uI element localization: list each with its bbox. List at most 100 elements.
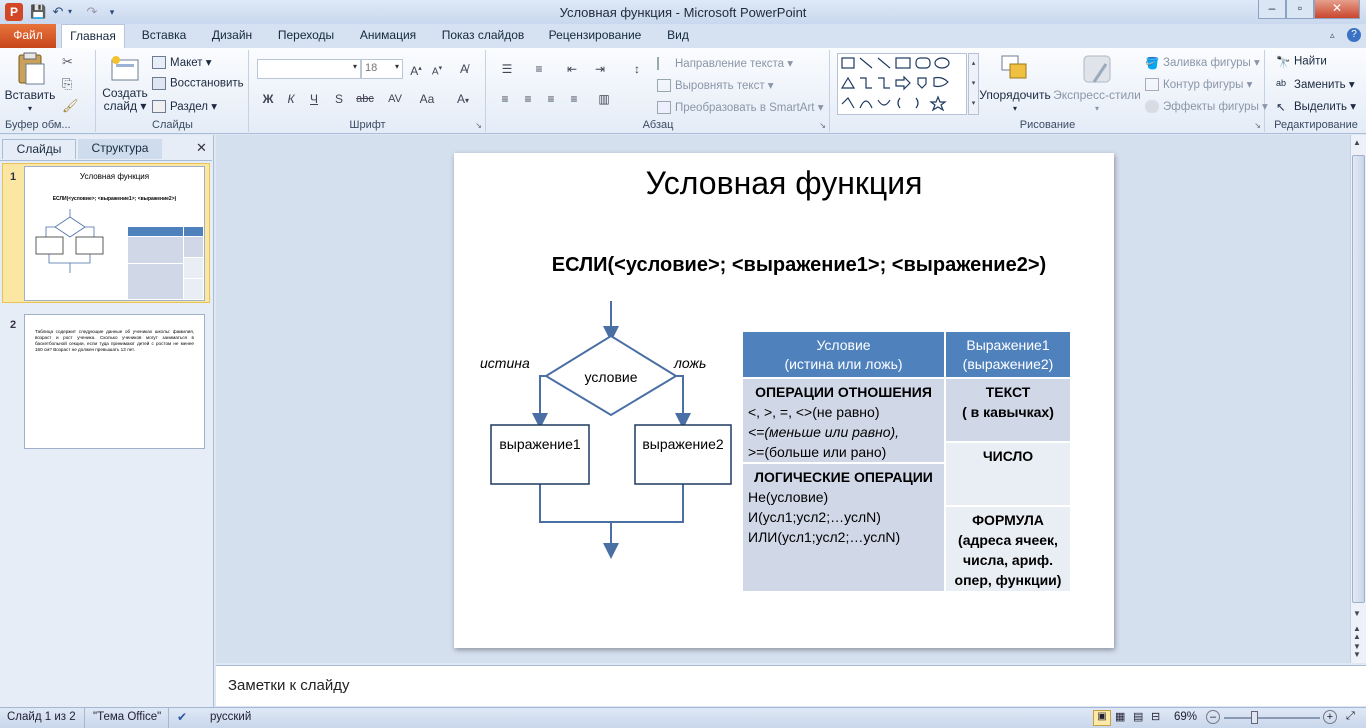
section-button[interactable]: Раздел ▾	[152, 99, 217, 114]
new-slide-button[interactable]: Создать слайд ▾	[101, 54, 149, 113]
slide-thumbnail-1[interactable]: Условная функция ЕСЛИ(<условие>; <выраже…	[24, 166, 205, 301]
tab-outline-pane[interactable]: Структура	[78, 139, 162, 159]
zoom-slider-thumb[interactable]	[1251, 711, 1258, 724]
italic-button[interactable]: К	[282, 90, 300, 108]
close-button[interactable]: ✕	[1314, 0, 1360, 19]
help-icon[interactable]: ?	[1347, 28, 1361, 42]
shapes-gallery-icons	[840, 57, 950, 112]
increase-indent-icon[interactable]: ⇥	[591, 60, 609, 78]
justify-icon[interactable]: ≡	[565, 90, 583, 108]
text-direction-button[interactable]: Направление текста ▾	[657, 56, 793, 71]
flow-arrow-true	[532, 375, 548, 429]
scroll-thumb[interactable]	[1352, 155, 1365, 603]
shape-fill-button[interactable]: 🪣 Заливка фигуры ▾	[1145, 55, 1260, 70]
reset-button[interactable]: Восстановить	[152, 77, 244, 90]
editing-group-label: Редактирование	[1274, 119, 1358, 131]
next-slide-icon[interactable]: ▼ ▼	[1353, 643, 1361, 659]
shape-effects-button[interactable]: Эффекты фигуры ▾	[1145, 99, 1268, 114]
vertical-scrollbar[interactable]: ▲ ▼ ▲ ▲ ▼ ▼	[1350, 135, 1366, 663]
tab-slides-pane[interactable]: Слайды	[2, 139, 76, 159]
reading-view-icon[interactable]: ▤	[1133, 710, 1143, 723]
strike-button[interactable]: abc	[352, 90, 378, 108]
select-button[interactable]: ↖ Выделить ▾	[1276, 99, 1356, 114]
quick-styles-button[interactable]: Экспресс-стили ▾	[1051, 52, 1143, 115]
spacing-button[interactable]: AV	[382, 90, 408, 108]
flow-arrow-false	[675, 375, 691, 429]
line-spacing-icon[interactable]: ↕	[625, 60, 649, 78]
zoom-out-icon[interactable]: –	[1206, 710, 1220, 724]
paste-label: Вставить	[4, 88, 56, 102]
font-color-icon[interactable]: A▾	[450, 90, 476, 108]
drawing-dialog-launcher-icon[interactable]: ↘	[1254, 121, 1261, 130]
minimize-button[interactable]: –	[1258, 0, 1286, 19]
minimize-ribbon-icon[interactable]: ▵	[1330, 30, 1335, 41]
theme-name[interactable]: "Тема Office"	[93, 711, 161, 723]
maximize-button[interactable]: ▫	[1286, 0, 1314, 19]
font-size-combo[interactable]: 18 ▾	[361, 59, 403, 79]
clear-format-icon[interactable]: A̸	[455, 60, 473, 78]
smartart-button[interactable]: Преобразовать в SmartArt ▾	[657, 100, 823, 115]
paragraph-dialog-launcher-icon[interactable]: ↘	[819, 121, 826, 130]
font-group-label: Шрифт	[349, 119, 386, 131]
underline-button[interactable]: Ч	[305, 90, 323, 108]
font-name-combo[interactable]: ▾	[257, 59, 361, 79]
format-painter-icon[interactable]: 🖌	[62, 98, 79, 114]
columns-icon[interactable]: ▥	[595, 90, 613, 108]
grow-font-icon[interactable]: A▴	[407, 60, 425, 78]
close-pane-icon[interactable]: ✕	[196, 140, 207, 156]
operations-table[interactable]: Условие (истина или ложь) Выражение1 (вы…	[743, 332, 1070, 591]
tab-transitions[interactable]: Переходы	[271, 24, 341, 48]
shapes-gallery[interactable]	[837, 53, 967, 115]
slide-canvas[interactable]: Условная функция ЕСЛИ(<условие>; <выраже…	[454, 153, 1114, 648]
zoom-slider-track[interactable]	[1224, 717, 1320, 719]
slideshow-icon[interactable]: ⊟	[1151, 710, 1160, 723]
expr2-box[interactable]	[634, 424, 732, 485]
tab-view[interactable]: Вид	[660, 24, 696, 48]
bold-button[interactable]: Ж	[259, 90, 277, 108]
font-dialog-launcher-icon[interactable]: ↘	[475, 121, 482, 130]
shapes-scroll[interactable]: ▴ ▾ ▾	[968, 53, 979, 115]
tab-insert[interactable]: Вставка	[133, 24, 195, 48]
language[interactable]: русский	[210, 711, 251, 723]
scroll-up-icon[interactable]: ▲	[1353, 138, 1361, 147]
tab-home[interactable]: Главная	[61, 24, 125, 49]
normal-view-icon[interactable]: ▣	[1093, 710, 1111, 726]
case-button[interactable]: Aa	[414, 90, 440, 108]
notes-placeholder[interactable]: Заметки к слайду	[228, 677, 350, 694]
previous-slide-icon[interactable]: ▲ ▲	[1353, 625, 1361, 641]
expr1-box[interactable]	[490, 424, 590, 485]
align-center-icon[interactable]: ≡	[519, 90, 537, 108]
zoom-level[interactable]: 69%	[1174, 711, 1197, 723]
bullets-icon[interactable]: ☰	[495, 60, 519, 78]
slide-sorter-icon[interactable]: ▦	[1115, 710, 1125, 723]
find-button[interactable]: 🔭 Найти	[1276, 55, 1327, 69]
paragraph-group-label: Абзац	[642, 119, 674, 131]
decrease-indent-icon[interactable]: ⇤	[563, 60, 581, 78]
shadow-button[interactable]: S	[330, 90, 348, 108]
shape-outline-button[interactable]: Контур фигуры ▾	[1145, 77, 1252, 92]
align-right-icon[interactable]: ≡	[542, 90, 560, 108]
layout-button[interactable]: Макет ▾	[152, 55, 212, 70]
slide-thumbnail-2[interactable]: Таблица содержит следующие данные об уче…	[24, 314, 205, 449]
arrange-button[interactable]: Упорядочить ▾	[979, 52, 1051, 115]
scroll-down-icon[interactable]: ▼	[1353, 609, 1361, 618]
paste-button[interactable]: Вставить ▾	[4, 52, 56, 115]
align-text-button[interactable]: Выровнять текст ▾	[657, 78, 774, 93]
tab-file[interactable]: Файл	[0, 24, 56, 48]
cut-icon[interactable]: ✂	[62, 54, 73, 70]
tab-slideshow[interactable]: Показ слайдов	[436, 24, 530, 48]
shrink-font-icon[interactable]: A▾	[428, 60, 446, 78]
paste-icon	[18, 52, 45, 85]
replace-button[interactable]: ab Заменить ▾	[1276, 77, 1355, 91]
pane-divider	[0, 160, 212, 161]
tab-animations[interactable]: Анимация	[352, 24, 424, 48]
tab-design[interactable]: Дизайн	[204, 24, 260, 48]
fit-to-window-icon[interactable]: ⤢	[1346, 710, 1355, 723]
notes-pane[interactable]: Заметки к слайду	[216, 665, 1366, 706]
copy-icon[interactable]: ⎘	[62, 76, 72, 92]
zoom-in-icon[interactable]: +	[1323, 710, 1337, 724]
spellcheck-icon[interactable]: ✔	[177, 710, 187, 724]
numbering-icon[interactable]: ≡	[527, 60, 551, 78]
tab-review[interactable]: Рецензирование	[542, 24, 648, 48]
align-left-icon[interactable]: ≡	[496, 90, 514, 108]
